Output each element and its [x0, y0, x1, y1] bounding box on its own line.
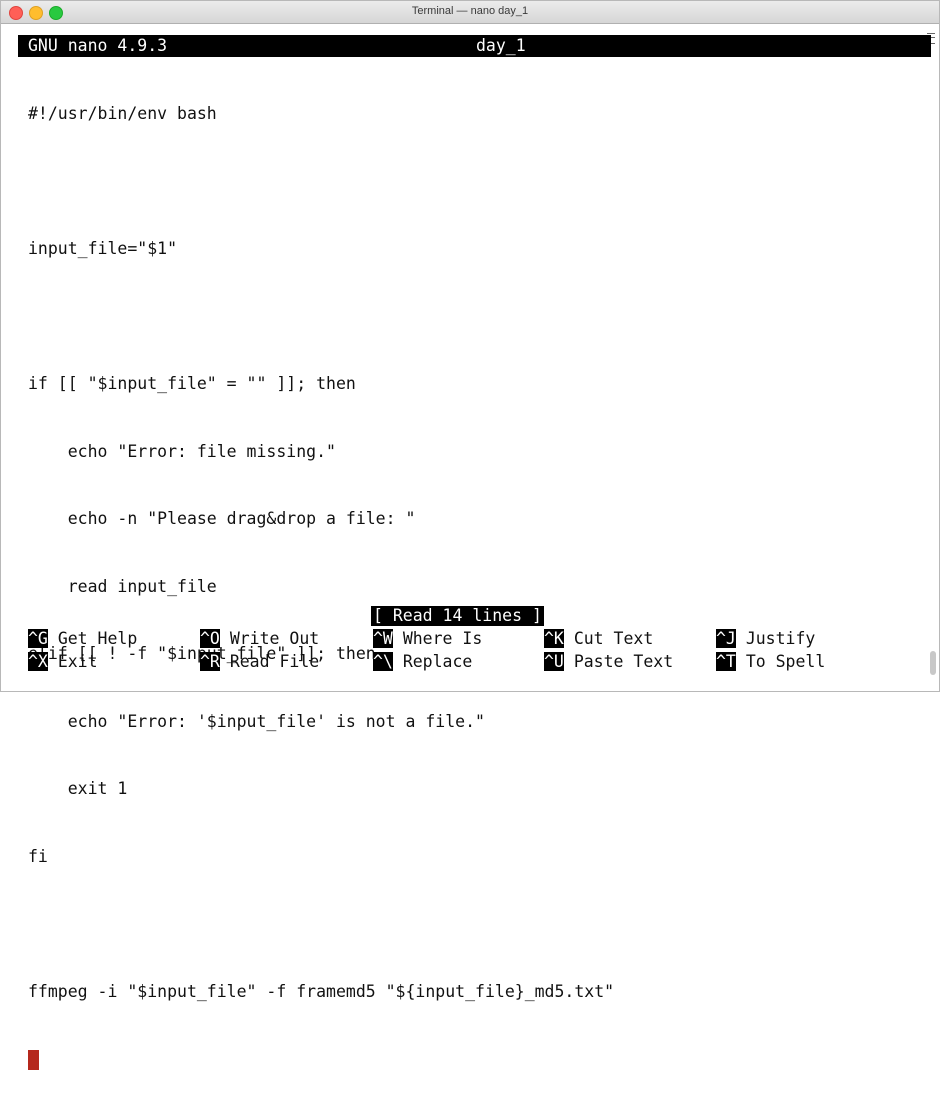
code-line: input_file="$1"	[28, 239, 178, 258]
cursor-line	[28, 1048, 614, 1071]
code-line: fi	[28, 846, 48, 866]
nano-filename: day_1	[476, 36, 526, 55]
shortcut-key: ^X	[28, 652, 48, 671]
scrollbar-thumb[interactable]	[930, 651, 936, 675]
code-line: read input_file	[28, 576, 217, 596]
shortcut-to-spell[interactable]: ^T To Spell	[716, 651, 825, 674]
shortcut-key: ^K	[544, 629, 564, 648]
text-cursor	[28, 1049, 39, 1070]
shortcut-paste-text[interactable]: ^U Paste Text	[544, 651, 673, 674]
shortcut-label: Read File	[229, 652, 320, 671]
shortcut-key: ^G	[28, 629, 48, 648]
nano-version: GNU nano 4.9.3	[28, 36, 168, 55]
terminal-content[interactable]: GNU nano 4.9.3 day_1 #!/usr/bin/env bash…	[18, 35, 931, 1070]
code-line: ffmpeg -i "$input_file" -f framemd5 "${i…	[28, 981, 615, 1001]
window-titlebar[interactable]: Terminal — nano day_1	[1, 1, 939, 24]
shortcut-replace[interactable]: ^\ Replace	[373, 651, 472, 674]
shortcut-where-is[interactable]: ^W Where Is	[373, 628, 482, 651]
shortcut-key: ^\	[373, 652, 393, 671]
shortcut-read-file[interactable]: ^R Read File	[200, 651, 319, 674]
code-line: #!/usr/bin/env bash	[28, 104, 217, 123]
editor-buffer[interactable]: #!/usr/bin/env bash input_file="$1" if […	[28, 58, 614, 1116]
nano-header: GNU nano 4.9.3 day_1	[18, 35, 931, 57]
shortcut-label: To Spell	[745, 652, 826, 671]
shortcut-label: Where Is	[402, 629, 483, 648]
shortcut-justify[interactable]: ^J Justify	[716, 628, 815, 651]
shortcut-key: ^W	[373, 629, 393, 648]
code-line: exit 1	[28, 779, 128, 798]
code-line: if [[ "$input_file" = "" ]]; then	[28, 374, 356, 393]
window-title: Terminal — nano day_1	[411, 5, 529, 17]
shortcut-label: Write Out	[229, 629, 320, 648]
shortcut-key: ^R	[200, 652, 220, 671]
shortcut-label: Exit	[57, 652, 98, 671]
shortcut-label: Paste Text	[573, 652, 674, 671]
shortcut-exit[interactable]: ^X Exit	[28, 651, 98, 674]
code-line: echo -n "Please drag&drop a file: "	[28, 509, 416, 528]
shortcut-cut-text[interactable]: ^K Cut Text	[544, 628, 653, 651]
shortcut-get-help[interactable]: ^G Get Help	[28, 628, 137, 651]
shortcut-key: ^U	[544, 652, 564, 671]
shortcut-key: ^O	[200, 629, 220, 648]
terminal-window: Terminal — nano day_1 GNU nano 4.9.3 day…	[0, 0, 940, 1070]
shortcut-write-out[interactable]: ^O Write Out	[200, 628, 319, 651]
code-line: echo "Error: '$input_file' is not a file…	[28, 711, 485, 731]
shortcut-label: Get Help	[57, 629, 138, 648]
shortcut-label: Justify	[745, 629, 816, 648]
shortcut-key: ^J	[716, 629, 736, 648]
shortcut-key: ^T	[716, 652, 736, 671]
status-message: [ Read 14 lines ]	[371, 606, 544, 626]
code-line: echo "Error: file missing."	[28, 441, 336, 461]
shortcut-label: Cut Text	[573, 629, 654, 648]
shortcut-bar: ^G Get Help ^O Write Out ^W Where Is ^K …	[28, 628, 928, 674]
shortcut-label: Replace	[402, 652, 473, 671]
